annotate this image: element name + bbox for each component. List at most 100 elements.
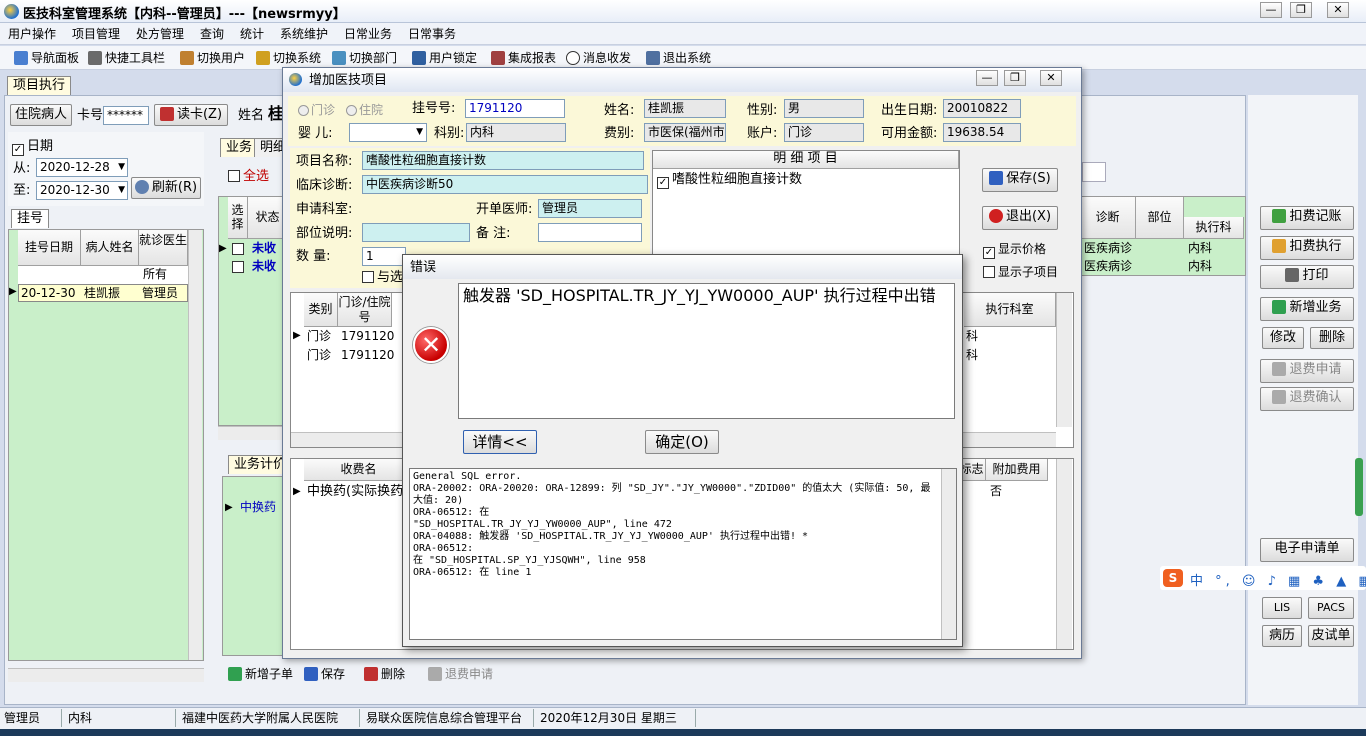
dialog-close-button[interactable]: ✕	[1040, 70, 1062, 86]
dlg-grid-vscroll[interactable]	[1056, 293, 1072, 427]
save-suborder-button[interactable]: 保存	[304, 666, 345, 682]
modify-button[interactable]: 修改	[1262, 327, 1304, 349]
tab-item-execution[interactable]: 项目执行	[7, 76, 72, 95]
detail-item-checkbox[interactable]: ✓ 嗜酸性粒细胞直接计数	[657, 171, 802, 189]
to-date-select[interactable]: 2020-12-30 ▼	[36, 181, 128, 200]
maximize-button[interactable]: ❐	[1290, 2, 1312, 18]
toolbar-exit[interactable]: 退出系统	[646, 50, 711, 66]
info-icon	[566, 51, 580, 65]
qty-input[interactable]: 1	[362, 247, 406, 266]
gender-label: 性别:	[747, 103, 778, 118]
tab-register[interactable]: 挂号	[11, 209, 50, 228]
ime-toolbar[interactable]: S 中 °, ☺ ♪ ▦ ♣ ▲ ▦	[1160, 566, 1366, 590]
dialog-minimize-button[interactable]: —	[976, 70, 998, 86]
from-label: 从:	[13, 161, 31, 176]
show-price-checkbox[interactable]: ✓ 显示价格	[983, 241, 1046, 259]
add-suborder-button[interactable]: 新增子单	[228, 666, 293, 682]
toolbar-switch-user[interactable]: 切换用户	[180, 50, 245, 66]
item-name-input[interactable]: 嗜酸性粒细胞直接计数	[362, 151, 644, 170]
refund-confirm-button[interactable]: 退费确认	[1260, 387, 1354, 411]
site-label: 部位说明:	[296, 226, 353, 241]
right-cell-dept: 内科	[1188, 241, 1213, 255]
with-select-checkbox[interactable]: 与选	[362, 269, 403, 287]
inpatient-button[interactable]: 住院病人	[10, 104, 72, 126]
chevron-down-icon: ▼	[118, 162, 125, 172]
new-business-button[interactable]: 新增业务	[1260, 297, 1354, 321]
reg-vscroll[interactable]	[188, 230, 202, 660]
card-input[interactable]: ******	[103, 106, 149, 125]
right-input-strip[interactable]	[1082, 162, 1106, 182]
refund-icon	[1272, 362, 1287, 376]
toolbar-nav[interactable]: 导航面板	[14, 50, 79, 66]
radio-outpatient[interactable]: 门诊	[298, 102, 335, 118]
doctor-input[interactable]: 管理员	[538, 199, 642, 218]
date-checkbox[interactable]: ✓ 日期	[12, 138, 53, 156]
error-details-vscroll[interactable]	[941, 469, 956, 639]
biz-hscroll[interactable]	[218, 426, 290, 440]
infant-select[interactable]: ▼	[349, 123, 427, 142]
tab-business[interactable]: 业务	[220, 138, 259, 157]
site-input[interactable]	[362, 223, 470, 242]
menu-item-mgmt[interactable]: 项目管理	[72, 27, 120, 41]
charge-record-button[interactable]: 扣费记账	[1260, 206, 1354, 230]
error-details-button[interactable]: 详情<<	[463, 430, 537, 454]
col-site: 部位	[1136, 197, 1184, 239]
close-button[interactable]: ✕	[1327, 2, 1349, 18]
dialog-exit-button[interactable]: 退出(X)	[982, 206, 1058, 230]
minimize-button[interactable]: —	[1260, 2, 1282, 18]
print-button[interactable]: 打印	[1260, 265, 1354, 289]
delete-business-button[interactable]: 删除	[1310, 327, 1354, 349]
menu-stats[interactable]: 统计	[240, 27, 264, 41]
fee-grid-vscroll[interactable]	[1056, 459, 1072, 649]
error-ok-button[interactable]: 确定(O)	[645, 430, 719, 454]
dialog-maximize-button[interactable]: ❐	[1004, 70, 1026, 86]
dept-label: 科别:	[434, 126, 465, 141]
from-date-select[interactable]: 2020-12-28 ▼	[36, 158, 128, 177]
menu-user-ops[interactable]: 用户操作	[8, 27, 56, 41]
skin-test-button[interactable]: 皮试单	[1308, 625, 1354, 647]
row-checkbox[interactable]	[232, 261, 244, 273]
toolbar-switch-system[interactable]: 切换系统	[256, 50, 321, 66]
lis-button[interactable]: LIS	[1262, 597, 1302, 619]
dialog-save-button[interactable]: 保存(S)	[982, 168, 1058, 192]
remark-input[interactable]	[538, 223, 642, 242]
read-card-button[interactable]: 读卡(Z)	[154, 104, 228, 126]
checkbox-icon	[228, 170, 240, 182]
workspace-hscroll[interactable]	[8, 668, 204, 682]
refund-apply-button[interactable]: 退费申请	[1260, 359, 1354, 383]
pacs-button[interactable]: PACS	[1308, 597, 1354, 619]
toolbar-lock[interactable]: 用户锁定	[412, 50, 477, 66]
reg-cell-date: 20-12-30	[21, 286, 76, 300]
row-checkbox[interactable]	[232, 243, 244, 255]
toolbar-reports[interactable]: 集成报表	[491, 50, 556, 66]
show-subitem-checkbox[interactable]: 显示子项目	[983, 264, 1058, 280]
radio-inpatient[interactable]: 住院	[346, 102, 383, 118]
e-request-button[interactable]: 电子申请单	[1260, 538, 1354, 562]
dept-field: 内科	[466, 123, 566, 142]
delete-button[interactable]: 删除	[364, 666, 405, 682]
refresh-button[interactable]: 刷新(R)	[131, 177, 201, 199]
biz-status: 未收	[252, 259, 277, 273]
menu-daily-business[interactable]: 日常业务	[344, 27, 392, 41]
select-all-checkbox[interactable]: 全选	[228, 168, 269, 186]
charge-execute-button[interactable]: 扣费执行	[1260, 236, 1354, 260]
menu-query[interactable]: 查询	[200, 27, 224, 41]
toolbar-quick[interactable]: 快捷工具栏	[88, 50, 165, 66]
diagnosis-input[interactable]: 中医疾病诊断50	[362, 175, 648, 194]
menu-daily-affairs[interactable]: 日常事务	[408, 27, 456, 41]
medical-record-button[interactable]: 病历	[1262, 625, 1302, 647]
green-scroll-indicator	[1355, 458, 1363, 516]
dlg-col-exec-dept: 执行科室	[964, 293, 1056, 327]
qty-label: 数 量:	[296, 249, 331, 264]
menu-system[interactable]: 系统维护	[280, 27, 328, 41]
card-label: 卡号	[77, 108, 104, 123]
toolbar-switch-dept[interactable]: 切换部门	[332, 50, 397, 66]
sogou-icon: S	[1163, 569, 1183, 587]
menu-prescription[interactable]: 处方管理	[136, 27, 184, 41]
refund-request-button[interactable]: 退费申请	[428, 666, 493, 682]
toolbar-messages[interactable]: 消息收发	[566, 50, 631, 66]
reg-no-input[interactable]: 1791120	[465, 99, 565, 118]
birth-label: 出生日期:	[881, 103, 938, 118]
checkbox-icon	[983, 266, 995, 278]
error-message-box: 触发器 'SD_HOSPITAL.TR_JY_YJ_YW0000_AUP' 执行…	[458, 283, 955, 419]
